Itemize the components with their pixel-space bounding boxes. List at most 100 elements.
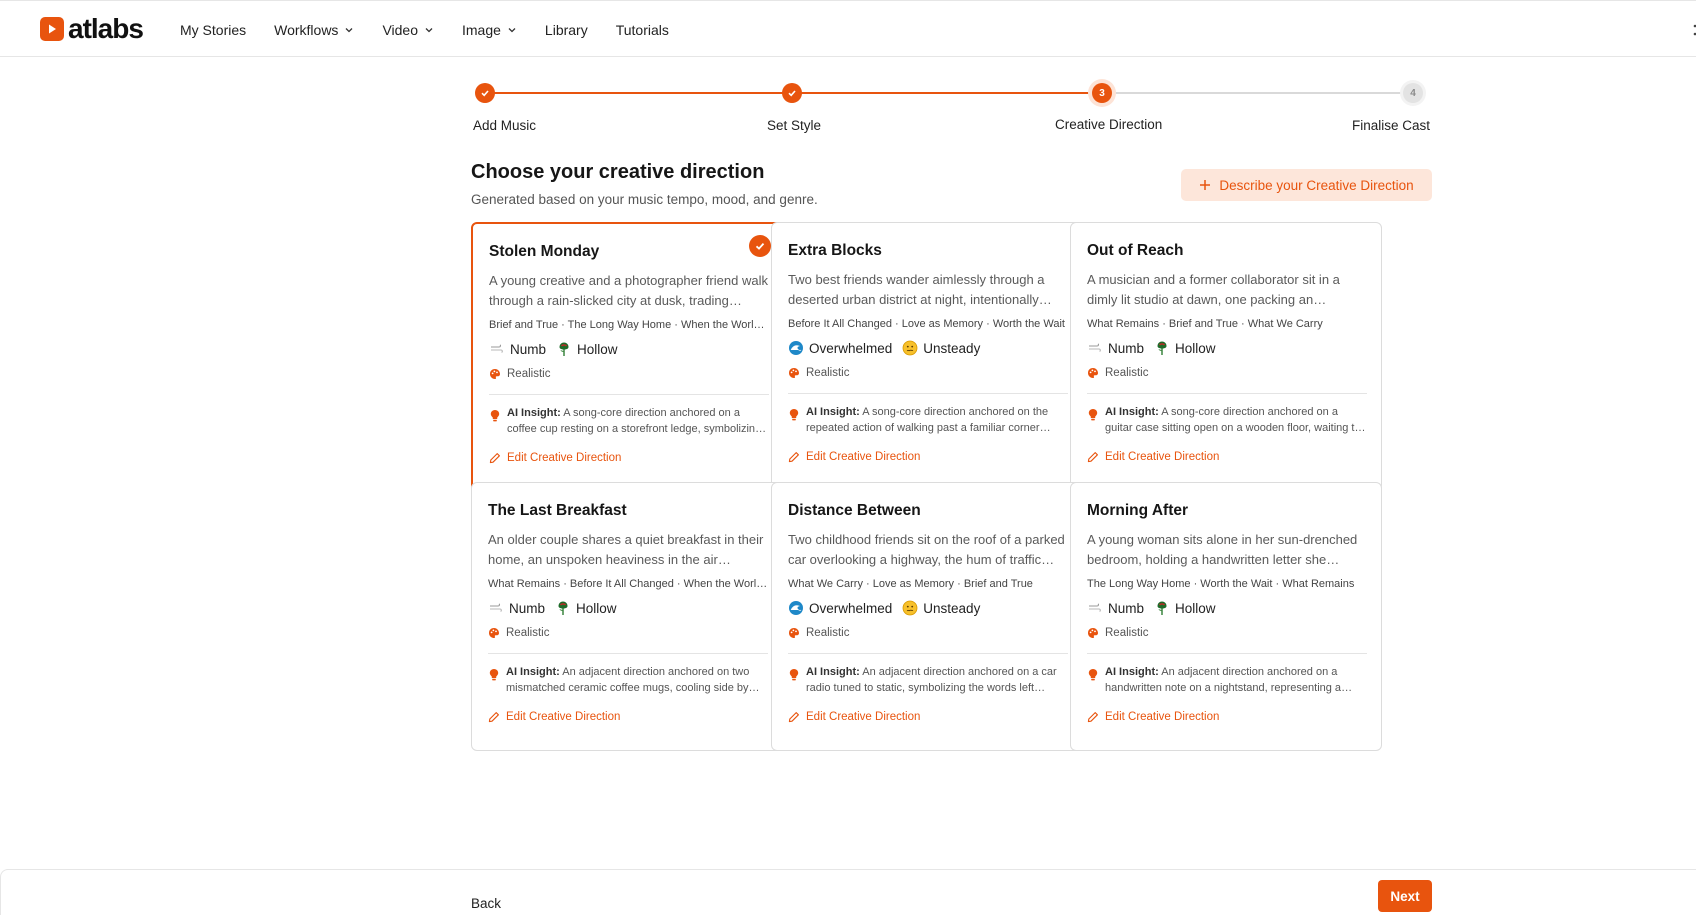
mood-label: Unsteady	[923, 340, 981, 356]
edit-creative-direction-link[interactable]: Edit Creative Direction	[488, 711, 620, 723]
wind-icon	[1087, 340, 1103, 356]
nav-item-video[interactable]: Video	[382, 22, 434, 38]
chevron-down-icon	[425, 27, 433, 32]
next-button[interactable]: Next	[1378, 880, 1432, 912]
edit-creative-direction-link[interactable]: Edit Creative Direction	[1087, 711, 1219, 723]
card-ai-insight: AI Insight: An adjacent direction anchor…	[488, 664, 768, 696]
progress-stepper: 3 4 Add Music Set Style Creative Directi…	[473, 82, 1432, 142]
brand-logo[interactable]: atlabs	[40, 13, 144, 44]
card-divider	[788, 653, 1068, 654]
nav-item-my-stories[interactable]: My Stories	[180, 22, 246, 38]
card-description: A young creative and a photographer frie…	[489, 273, 768, 308]
card-title: Morning After	[1087, 502, 1189, 519]
face-icon	[902, 340, 918, 356]
card-moods: Numb Hollow	[488, 600, 627, 616]
step-2-indicator[interactable]	[782, 83, 802, 103]
wind-icon	[1087, 600, 1103, 616]
card-moods: Overwhelmed Unsteady	[788, 340, 990, 356]
nav-item-image[interactable]: Image	[462, 22, 517, 38]
creative-direction-card[interactable]: Extra Blocks Two best friends wander aim…	[771, 222, 1083, 491]
pencil-icon	[788, 712, 799, 723]
insight-label: AI Insight:	[1105, 666, 1159, 678]
nav-item-label: Image	[462, 21, 501, 38]
brand-name: atlabs	[68, 13, 144, 44]
wave-icon	[788, 340, 804, 356]
pencil-icon	[1087, 452, 1098, 463]
card-style-tag: Realistic	[1087, 367, 1148, 379]
palette-icon	[489, 628, 499, 638]
pencil-icon	[788, 452, 799, 463]
insight-label: AI Insight:	[806, 406, 860, 418]
style-label: Realistic	[1105, 367, 1149, 379]
mood-tag: Hollow	[1154, 600, 1216, 616]
check-icon	[788, 90, 796, 97]
card-song-list: What Remains · Brief and True · What We …	[1087, 318, 1323, 330]
creative-direction-card[interactable]: Stolen Monday A young creative and a pho…	[471, 222, 783, 491]
edit-creative-direction-link[interactable]: Edit Creative Direction	[489, 452, 621, 464]
step-4-indicator[interactable]: 4	[1403, 83, 1423, 103]
creative-direction-card[interactable]: Distance Between Two childhood friends s…	[771, 482, 1083, 751]
palette-icon	[789, 628, 799, 638]
card-title: Distance Between	[788, 502, 921, 519]
mood-label: Numb	[1108, 340, 1145, 356]
step-1-indicator[interactable]	[475, 83, 495, 103]
wilted-rose-icon	[1154, 340, 1170, 356]
pencil-icon	[1087, 712, 1098, 723]
card-style-tag: Realistic	[1087, 627, 1148, 639]
back-button[interactable]: Back	[471, 896, 501, 911]
card-divider	[788, 393, 1068, 394]
card-ai-insight: AI Insight: An adjacent direction anchor…	[1087, 664, 1367, 696]
palette-icon	[789, 368, 799, 378]
creative-direction-card[interactable]: Morning After A young woman sits alone i…	[1070, 482, 1382, 751]
insight-label: AI Insight:	[506, 666, 560, 678]
mood-label: Hollow	[1175, 600, 1216, 616]
wave-icon	[788, 600, 804, 616]
style-label: Realistic	[806, 367, 850, 379]
edit-label: Edit Creative Direction	[507, 452, 622, 464]
nav-item-tutorials[interactable]: Tutorials	[616, 22, 669, 38]
card-description: An older couple shares a quiet breakfast…	[488, 532, 764, 567]
wind-icon	[489, 341, 505, 357]
card-description: A musician and a former collaborator sit…	[1087, 272, 1340, 307]
describe-creative-direction-button[interactable]: Describe your Creative Direction	[1181, 169, 1432, 201]
card-title: Stolen Monday	[489, 243, 600, 260]
pencil-icon	[489, 453, 500, 464]
card-moods: Numb Hollow	[1087, 340, 1226, 356]
insight-text: AI Insight: An adjacent direction anchor…	[1105, 664, 1367, 696]
card-moods: Numb Hollow	[489, 341, 628, 357]
lightbulb-icon	[1088, 409, 1098, 421]
nav-item-library[interactable]: Library	[545, 22, 588, 38]
insight-text: AI Insight: A song-core direction anchor…	[806, 404, 1068, 436]
card-song-list: Before It All Changed · Love as Memory ·…	[788, 318, 1065, 330]
wilted-rose-icon	[556, 341, 572, 357]
card-style-tag: Realistic	[788, 627, 849, 639]
insight-text: AI Insight: A song-core direction anchor…	[507, 405, 769, 437]
mood-tag: Numb	[1087, 600, 1144, 616]
palette-icon	[490, 369, 500, 379]
mood-label: Hollow	[576, 600, 617, 616]
edit-creative-direction-link[interactable]: Edit Creative Direction	[788, 451, 920, 463]
card-description: Two childhood friends sit on the roof of…	[788, 532, 1065, 567]
edit-creative-direction-link[interactable]: Edit Creative Direction	[788, 711, 920, 723]
lightbulb-icon	[789, 409, 799, 421]
step-3-indicator[interactable]: 3	[1092, 83, 1112, 103]
describe-button-label: Describe your Creative Direction	[1219, 177, 1414, 193]
mood-tag: Numb	[488, 600, 545, 616]
lightbulb-icon	[489, 669, 499, 681]
mood-tag: Numb	[1087, 340, 1144, 356]
creative-direction-card[interactable]: Out of Reach A musician and a former col…	[1070, 222, 1382, 491]
selected-check-icon	[749, 235, 771, 257]
edit-creative-direction-link[interactable]: Edit Creative Direction	[1087, 451, 1219, 463]
card-title: Extra Blocks	[788, 242, 882, 259]
edit-label: Edit Creative Direction	[1105, 711, 1220, 723]
mood-tag: Numb	[489, 341, 546, 357]
more-icon[interactable]	[1690, 23, 1696, 37]
mood-label: Unsteady	[923, 600, 981, 616]
card-style-tag: Realistic	[488, 627, 549, 639]
card-divider	[489, 394, 769, 395]
insight-text: AI Insight: An adjacent direction anchor…	[806, 664, 1068, 696]
creative-direction-card[interactable]: The Last Breakfast An older couple share…	[471, 482, 783, 751]
card-style-tag: Realistic	[489, 368, 550, 380]
mood-tag: Unsteady	[902, 600, 980, 616]
nav-item-workflows[interactable]: Workflows	[274, 22, 354, 38]
